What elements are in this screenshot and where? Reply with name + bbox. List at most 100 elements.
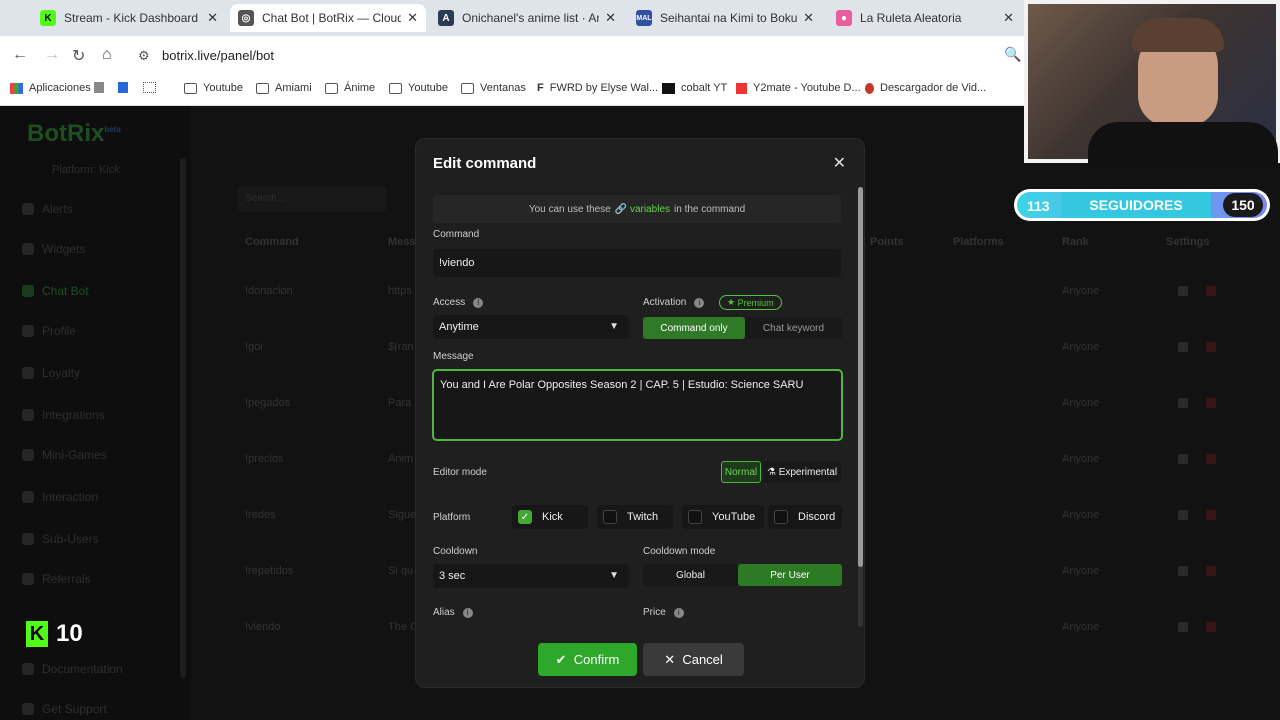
bookmark-ventanas[interactable]: Ventanas bbox=[461, 82, 526, 94]
bookmark-label: Ventanas bbox=[480, 82, 526, 94]
delete-icon[interactable] bbox=[1206, 342, 1216, 352]
sidebar-item-chat-bot[interactable]: Chat Bot bbox=[22, 284, 89, 298]
tab-botrix[interactable]: ◎ Chat Bot | BotRix — Cloud Strea ✕ bbox=[230, 4, 426, 32]
cancel-button[interactable]: ✕ Cancel bbox=[643, 643, 744, 676]
confirm-button[interactable]: ✔ Confirm bbox=[538, 643, 637, 676]
modal-scrollbar[interactable] bbox=[858, 187, 863, 627]
followers-current: 113 bbox=[1027, 198, 1050, 214]
forward-icon[interactable]: → bbox=[44, 46, 60, 64]
variables-link[interactable]: 🔗 variables bbox=[615, 204, 670, 215]
bookmark-grid[interactable] bbox=[143, 82, 162, 93]
bookmark-cobalt[interactable]: cobalt YT bbox=[662, 82, 727, 94]
followers-goal: 113 SEGUIDORES 150 bbox=[1014, 189, 1270, 221]
edit-icon[interactable] bbox=[1178, 342, 1188, 352]
cooldown-select[interactable]: 3 sec ▼ bbox=[433, 564, 629, 588]
edit-icon[interactable] bbox=[1178, 622, 1188, 632]
bookmark-blank-1[interactable] bbox=[94, 82, 110, 93]
command-input[interactable]: !viendo bbox=[433, 249, 841, 277]
editor-mode-normal[interactable]: Normal bbox=[721, 461, 761, 483]
edit-icon[interactable] bbox=[1178, 286, 1188, 296]
edit-icon[interactable] bbox=[1178, 566, 1188, 576]
message-textarea[interactable]: You and I Are Polar Opposites Season 2 |… bbox=[432, 369, 843, 441]
reload-icon[interactable]: ↻ bbox=[72, 46, 85, 66]
sidebar-item-loyalty[interactable]: Loyalty bbox=[22, 366, 80, 380]
close-icon[interactable]: ✕ bbox=[407, 10, 418, 26]
bookmark-fwrd[interactable]: F FWRD by Elyse Wal... bbox=[537, 82, 658, 94]
sidebar-label: Loyalty bbox=[42, 366, 81, 380]
sidebar-item-sub-users[interactable]: Sub-Users bbox=[22, 532, 99, 546]
cooldown-mode-per-user[interactable]: Per User bbox=[738, 564, 842, 586]
access-select[interactable]: Anytime ▼ bbox=[433, 315, 629, 339]
delete-icon[interactable] bbox=[1206, 286, 1216, 296]
url-field[interactable]: botrix.live/panel/bot bbox=[162, 48, 274, 63]
delete-icon[interactable] bbox=[1206, 454, 1216, 464]
tab-mal[interactable]: MAL Seihantai na Kimi to Boku 2nd S ✕ bbox=[628, 4, 822, 32]
close-icon[interactable]: ✕ bbox=[833, 153, 846, 173]
bookmark-label: Ánime bbox=[344, 82, 376, 94]
info-icon[interactable]: i bbox=[473, 298, 484, 308]
access-value: Anytime bbox=[439, 321, 479, 333]
checkbox[interactable] bbox=[688, 510, 702, 524]
sidebar-item-widgets[interactable]: Widgets bbox=[22, 242, 85, 256]
site-info-icon[interactable]: ⚙ bbox=[138, 48, 150, 64]
bookmark-y2mate[interactable]: Y2mate - Youtube D... bbox=[736, 82, 861, 94]
edit-icon[interactable] bbox=[1178, 454, 1188, 464]
delete-icon[interactable] bbox=[1206, 510, 1216, 520]
platform-youtube[interactable]: YouTube bbox=[682, 505, 764, 529]
sidebar-item-interaction[interactable]: Interaction bbox=[22, 490, 98, 504]
delete-icon[interactable] bbox=[1206, 398, 1216, 408]
sidebar-item-profile[interactable]: Profile bbox=[22, 324, 76, 338]
bookmark-anime[interactable]: Ánime bbox=[325, 82, 375, 94]
close-icon[interactable]: ✕ bbox=[207, 10, 218, 26]
bookmark-apps[interactable]: Aplicaciones bbox=[10, 82, 91, 94]
delete-icon[interactable] bbox=[1206, 622, 1216, 632]
platform-discord[interactable]: Discord bbox=[768, 505, 842, 529]
command-cell: !viendo bbox=[245, 621, 281, 633]
search-input[interactable]: Search... bbox=[238, 186, 386, 212]
activation-command-only[interactable]: Command only bbox=[643, 317, 745, 339]
back-icon[interactable]: ← bbox=[12, 46, 28, 64]
close-icon[interactable]: ✕ bbox=[803, 10, 814, 26]
tab-ruleta[interactable]: ● La Ruleta Aleatoria ✕ bbox=[828, 4, 1022, 32]
sidebar-item-alerts[interactable]: Alerts bbox=[22, 202, 73, 216]
delete-icon[interactable] bbox=[1206, 566, 1216, 576]
bookmark-blank-2[interactable] bbox=[118, 82, 134, 93]
sidebar-item-mini-games[interactable]: Mini-Games bbox=[22, 448, 107, 462]
platform-twitch[interactable]: Twitch bbox=[597, 505, 673, 529]
scrollbar-thumb[interactable] bbox=[858, 187, 863, 567]
edit-icon[interactable] bbox=[1178, 510, 1188, 520]
sidebar-item-documentation[interactable]: Documentation bbox=[22, 662, 123, 676]
platform-kick[interactable]: ✓ Kick bbox=[512, 505, 588, 529]
checkbox-checked[interactable]: ✓ bbox=[518, 510, 532, 524]
bookmark-youtube-1[interactable]: Youtube bbox=[184, 82, 243, 94]
cooldown-mode-global[interactable]: Global bbox=[643, 564, 738, 586]
sidebar-label: Documentation bbox=[42, 662, 123, 676]
edit-command-modal: Edit command ✕ You can use these 🔗 varia… bbox=[415, 138, 865, 688]
bookmark-amiami[interactable]: Amiami bbox=[256, 82, 312, 94]
bookmark-descargador[interactable]: Descargador de Vid... bbox=[865, 82, 986, 94]
checkbox[interactable] bbox=[774, 510, 788, 524]
info-icon[interactable]: i bbox=[462, 608, 473, 618]
platform-label: Platform: Kick bbox=[52, 164, 120, 176]
bookmark-label: Descargador de Vid... bbox=[880, 82, 987, 94]
edit-icon[interactable] bbox=[1178, 398, 1188, 408]
checkbox[interactable] bbox=[603, 510, 617, 524]
home-icon[interactable]: ⌂ bbox=[102, 46, 112, 64]
info-icon[interactable]: i bbox=[694, 298, 705, 308]
sidebar-item-integrations[interactable]: Integrations bbox=[22, 408, 105, 422]
activation-chat-keyword[interactable]: Chat keyword bbox=[745, 317, 842, 339]
sidebar-item-get-support[interactable]: Get Support bbox=[22, 702, 107, 716]
tab-anilist[interactable]: A Onichanel's anime list · AniList ✕ bbox=[430, 4, 624, 32]
integrations-icon bbox=[22, 409, 34, 421]
zoom-icon[interactable]: 🔍 bbox=[1004, 46, 1021, 63]
info-icon[interactable]: i bbox=[673, 608, 684, 618]
editor-mode-experimental[interactable]: ⚗ Experimental bbox=[763, 461, 841, 483]
close-icon[interactable]: ✕ bbox=[1003, 10, 1014, 26]
close-icon[interactable]: ✕ bbox=[605, 10, 616, 26]
sidebar-scrollbar[interactable] bbox=[180, 158, 186, 678]
bookmark-label: Amiami bbox=[275, 82, 312, 94]
bookmark-youtube-2[interactable]: Youtube bbox=[389, 82, 448, 94]
command-cell: !repetidos bbox=[245, 565, 294, 577]
sidebar-item-referrals[interactable]: Referrals bbox=[22, 572, 91, 586]
tab-kick-dashboard[interactable]: K Stream - Kick Dashboard ✕ bbox=[32, 4, 226, 32]
